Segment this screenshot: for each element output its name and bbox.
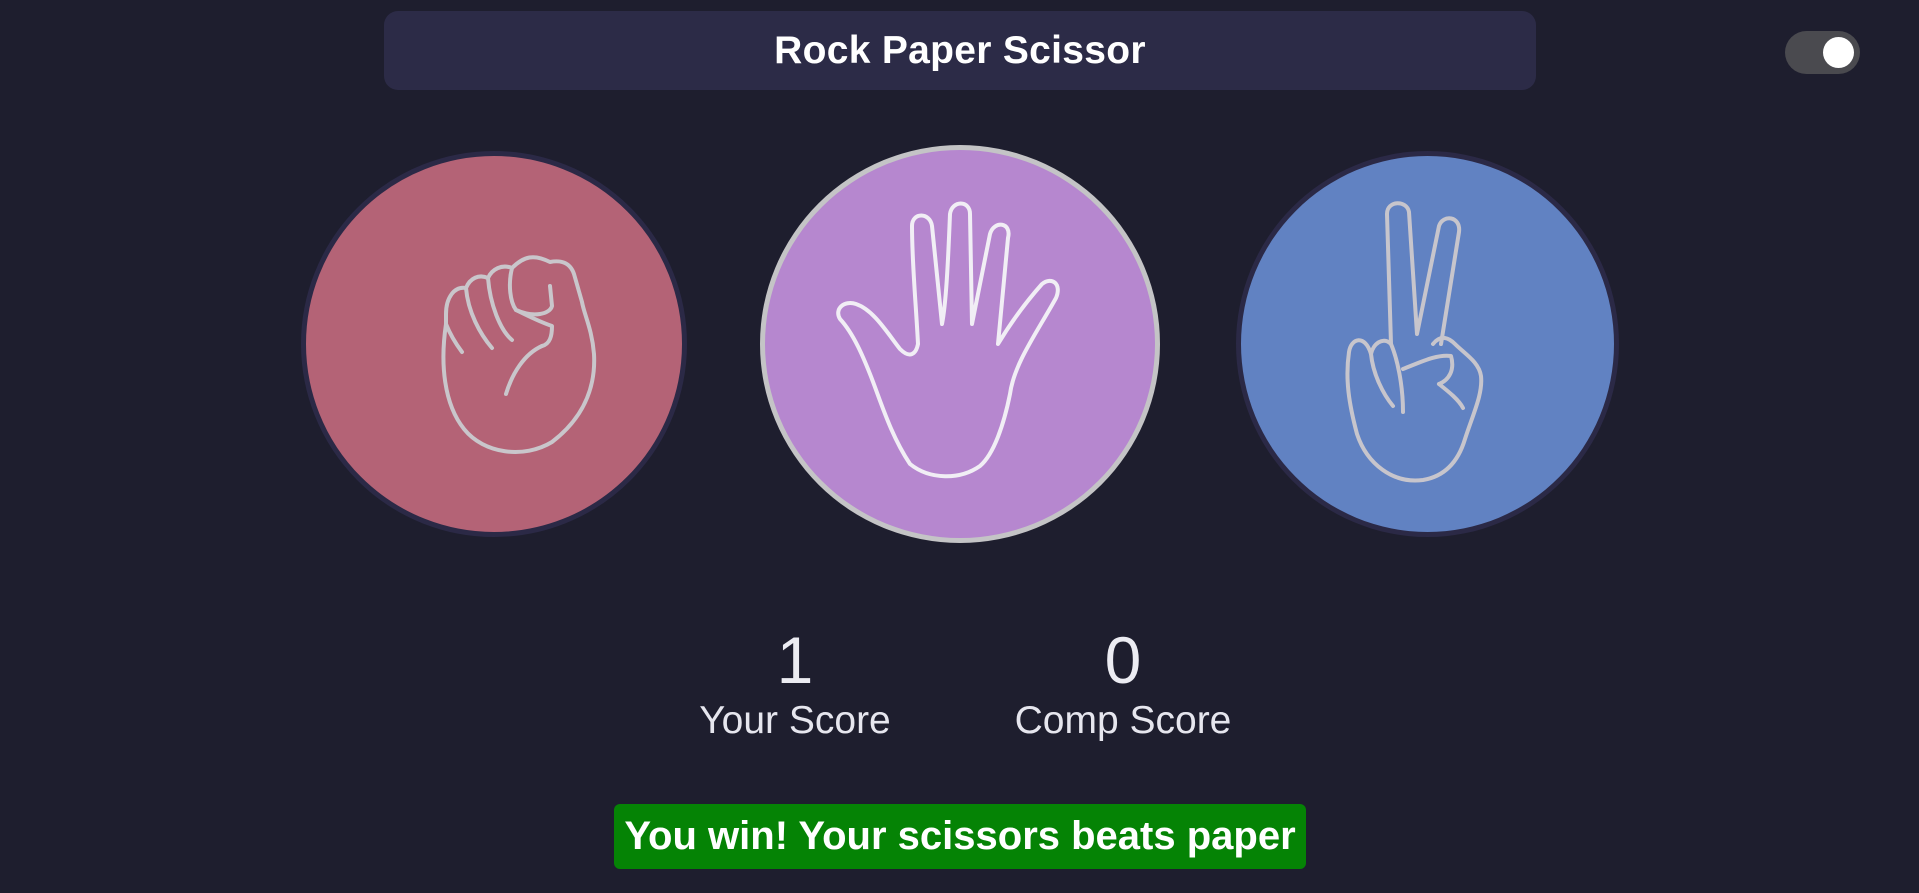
rock-choice-button[interactable] [301, 151, 687, 537]
page-title: Rock Paper Scissor [774, 28, 1146, 72]
user-score-value: 1 [776, 623, 814, 697]
user-score-panel: 1 Your Score [665, 620, 925, 742]
comp-score-panel: 0 Comp Score [993, 620, 1253, 742]
title-bar: Rock Paper Scissor [384, 11, 1536, 90]
theme-toggle[interactable] [1785, 31, 1860, 74]
toggle-knob [1823, 37, 1854, 68]
open-hand-icon [836, 201, 1060, 479]
fist-icon [441, 255, 597, 454]
game-page: Rock Paper Scissor 1 Your Score 0 Comp S… [0, 0, 1919, 893]
peace-sign-icon [1344, 201, 1483, 483]
result-message: You win! Your scissors beats paper [614, 804, 1306, 869]
paper-choice-button[interactable] [760, 145, 1160, 543]
user-score-label: Your Score [699, 699, 891, 742]
comp-score-label: Comp Score [1014, 699, 1232, 742]
comp-score-value: 0 [1104, 623, 1142, 697]
scissors-choice-button[interactable] [1236, 151, 1619, 537]
